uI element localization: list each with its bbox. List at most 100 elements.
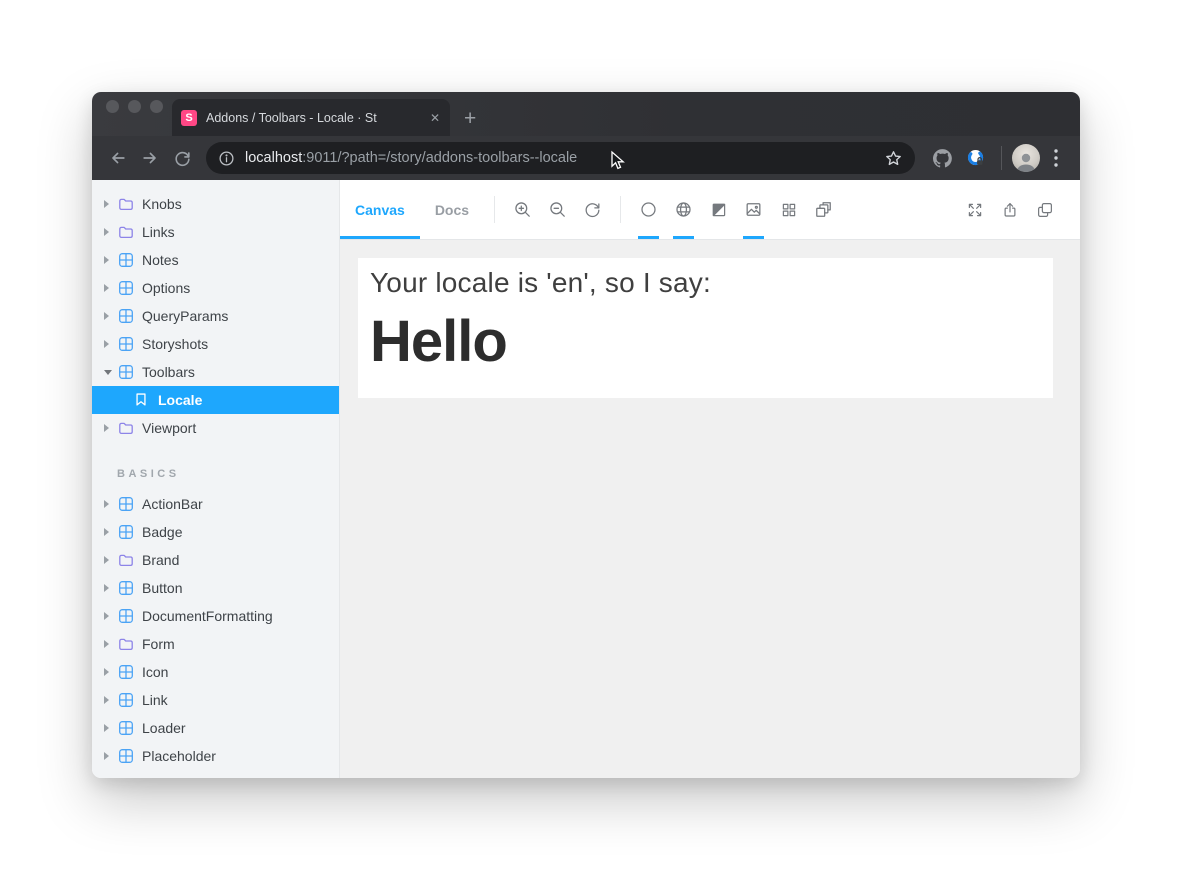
profile-avatar[interactable] xyxy=(1012,144,1040,172)
photo-button[interactable] xyxy=(736,180,771,239)
tab-docs[interactable]: Docs xyxy=(420,180,484,239)
caret-right-icon[interactable] xyxy=(104,724,114,732)
browser-window: S Addons / Toolbars - Locale · St ✕ + lo… xyxy=(92,92,1080,778)
caret-down-icon[interactable] xyxy=(104,370,114,375)
caret-right-icon[interactable] xyxy=(104,500,114,508)
circle-button[interactable] xyxy=(631,180,666,239)
sidebar-item-button[interactable]: Button xyxy=(92,574,339,602)
sidebar-item-locale[interactable]: Locale xyxy=(92,386,339,414)
component-icon xyxy=(118,280,134,296)
sidebar-item-queryparams[interactable]: QueryParams xyxy=(92,302,339,330)
caret-right-icon[interactable] xyxy=(104,640,114,648)
sidebar-item-viewport[interactable]: Viewport xyxy=(92,414,339,442)
component-icon xyxy=(118,364,134,380)
share-button[interactable] xyxy=(992,180,1027,239)
component-icon xyxy=(118,720,134,736)
password-extension-icon[interactable] xyxy=(961,143,991,173)
caret-right-icon[interactable] xyxy=(104,200,114,208)
caret-right-icon[interactable] xyxy=(104,752,114,760)
copy-icon xyxy=(1036,201,1054,219)
sidebar-item-loader[interactable]: Loader xyxy=(92,714,339,742)
forward-icon[interactable] xyxy=(136,144,164,172)
caret-right-icon[interactable] xyxy=(104,584,114,592)
github-extension-icon[interactable] xyxy=(927,143,957,173)
fullscreen-button[interactable] xyxy=(957,180,992,239)
sidebar-item-notes[interactable]: Notes xyxy=(92,246,339,274)
sidebar-item-label: Notes xyxy=(142,252,179,268)
sidebar-item-label: Form xyxy=(142,636,175,652)
toolbar-divider xyxy=(1001,146,1002,170)
sidebar-item-label: Options xyxy=(142,280,190,296)
browser-tab[interactable]: S Addons / Toolbars - Locale · St ✕ xyxy=(172,99,450,136)
caret-right-icon[interactable] xyxy=(104,340,114,348)
caret-right-icon[interactable] xyxy=(104,696,114,704)
tab-close-icon[interactable]: ✕ xyxy=(430,111,440,125)
sidebar-item-label: Link xyxy=(142,692,168,708)
window-content: Knobs Links Notes Options QueryParams Storysh… xyxy=(92,180,1080,778)
story-icon xyxy=(134,392,150,408)
sidebar-item-icon[interactable]: Icon xyxy=(92,658,339,686)
caret-right-icon[interactable] xyxy=(104,556,114,564)
story-greeting: Hello xyxy=(370,308,1041,375)
zoom-in-button[interactable] xyxy=(505,180,540,239)
zoom-reset-button[interactable] xyxy=(575,180,610,239)
contrast-button[interactable] xyxy=(701,180,736,239)
sidebar-item-badge[interactable]: Badge xyxy=(92,518,339,546)
toolbar-separator xyxy=(494,196,495,223)
sidebar-item-label: Placeholder xyxy=(142,748,216,764)
caret-right-icon[interactable] xyxy=(104,312,114,320)
grid-icon xyxy=(780,201,798,219)
sidebar-item-links[interactable]: Links xyxy=(92,218,339,246)
url-bar[interactable]: localhost:9011/?path=/story/addons-toolb… xyxy=(206,142,915,174)
component-icon xyxy=(118,580,134,596)
sidebar-item-options[interactable]: Options xyxy=(92,274,339,302)
sidebar-item-placeholder[interactable]: Placeholder xyxy=(92,742,339,770)
sidebar-item-label: Icon xyxy=(142,664,168,680)
reload-icon[interactable] xyxy=(168,144,196,172)
caret-right-icon[interactable] xyxy=(104,284,114,292)
story-canvas: Your locale is 'en', so I say: Hello xyxy=(340,240,1080,778)
back-icon[interactable] xyxy=(104,144,132,172)
bookmark-star-icon[interactable] xyxy=(884,149,903,168)
caret-right-icon[interactable] xyxy=(104,256,114,264)
globe-button[interactable] xyxy=(666,180,701,239)
tab-canvas[interactable]: Canvas xyxy=(340,180,420,239)
folder-icon xyxy=(118,224,134,240)
caret-right-icon[interactable] xyxy=(104,228,114,236)
grid-button[interactable] xyxy=(771,180,806,239)
zoom-out-button[interactable] xyxy=(540,180,575,239)
caret-right-icon[interactable] xyxy=(104,668,114,676)
caret-right-icon[interactable] xyxy=(104,424,114,432)
new-tab-button[interactable]: + xyxy=(464,108,476,129)
copy-button[interactable] xyxy=(1027,180,1062,239)
storybook-favicon-icon: S xyxy=(181,110,197,126)
site-info-icon[interactable] xyxy=(218,150,235,167)
sidebar-item-label: DocumentFormatting xyxy=(142,608,273,624)
url-host: localhost xyxy=(245,150,302,166)
sidebar-item-documentformatting[interactable]: DocumentFormatting xyxy=(92,602,339,630)
stack-button[interactable] xyxy=(806,180,841,239)
sidebar-item-brand[interactable]: Brand xyxy=(92,546,339,574)
traffic-light-minimize[interactable] xyxy=(128,100,141,113)
sidebar-item-label: Links xyxy=(142,224,175,240)
sidebar-item-actionbar[interactable]: ActionBar xyxy=(92,490,339,518)
sidebar-item-label: QueryParams xyxy=(142,308,228,324)
sidebar-item-storyshots[interactable]: Storyshots xyxy=(92,330,339,358)
zoom-in-icon xyxy=(513,200,532,219)
sidebar-item-label: Button xyxy=(142,580,182,596)
sidebar-item-toolbars[interactable]: Toolbars xyxy=(92,358,339,386)
browser-menu-icon[interactable] xyxy=(1044,144,1068,172)
sidebar-item-label: Brand xyxy=(142,552,179,568)
sidebar-item-link[interactable]: Link xyxy=(92,686,339,714)
caret-right-icon[interactable] xyxy=(104,528,114,536)
traffic-light-zoom[interactable] xyxy=(150,100,163,113)
zoom-out-icon xyxy=(548,200,567,219)
sidebar-item-knobs[interactable]: Knobs xyxy=(92,190,339,218)
traffic-lights xyxy=(106,100,163,113)
folder-icon xyxy=(118,196,134,212)
sidebar-item-form[interactable]: Form xyxy=(92,630,339,658)
caret-right-icon[interactable] xyxy=(104,612,114,620)
component-icon xyxy=(118,608,134,624)
traffic-light-close[interactable] xyxy=(106,100,119,113)
stack-icon xyxy=(814,200,833,219)
